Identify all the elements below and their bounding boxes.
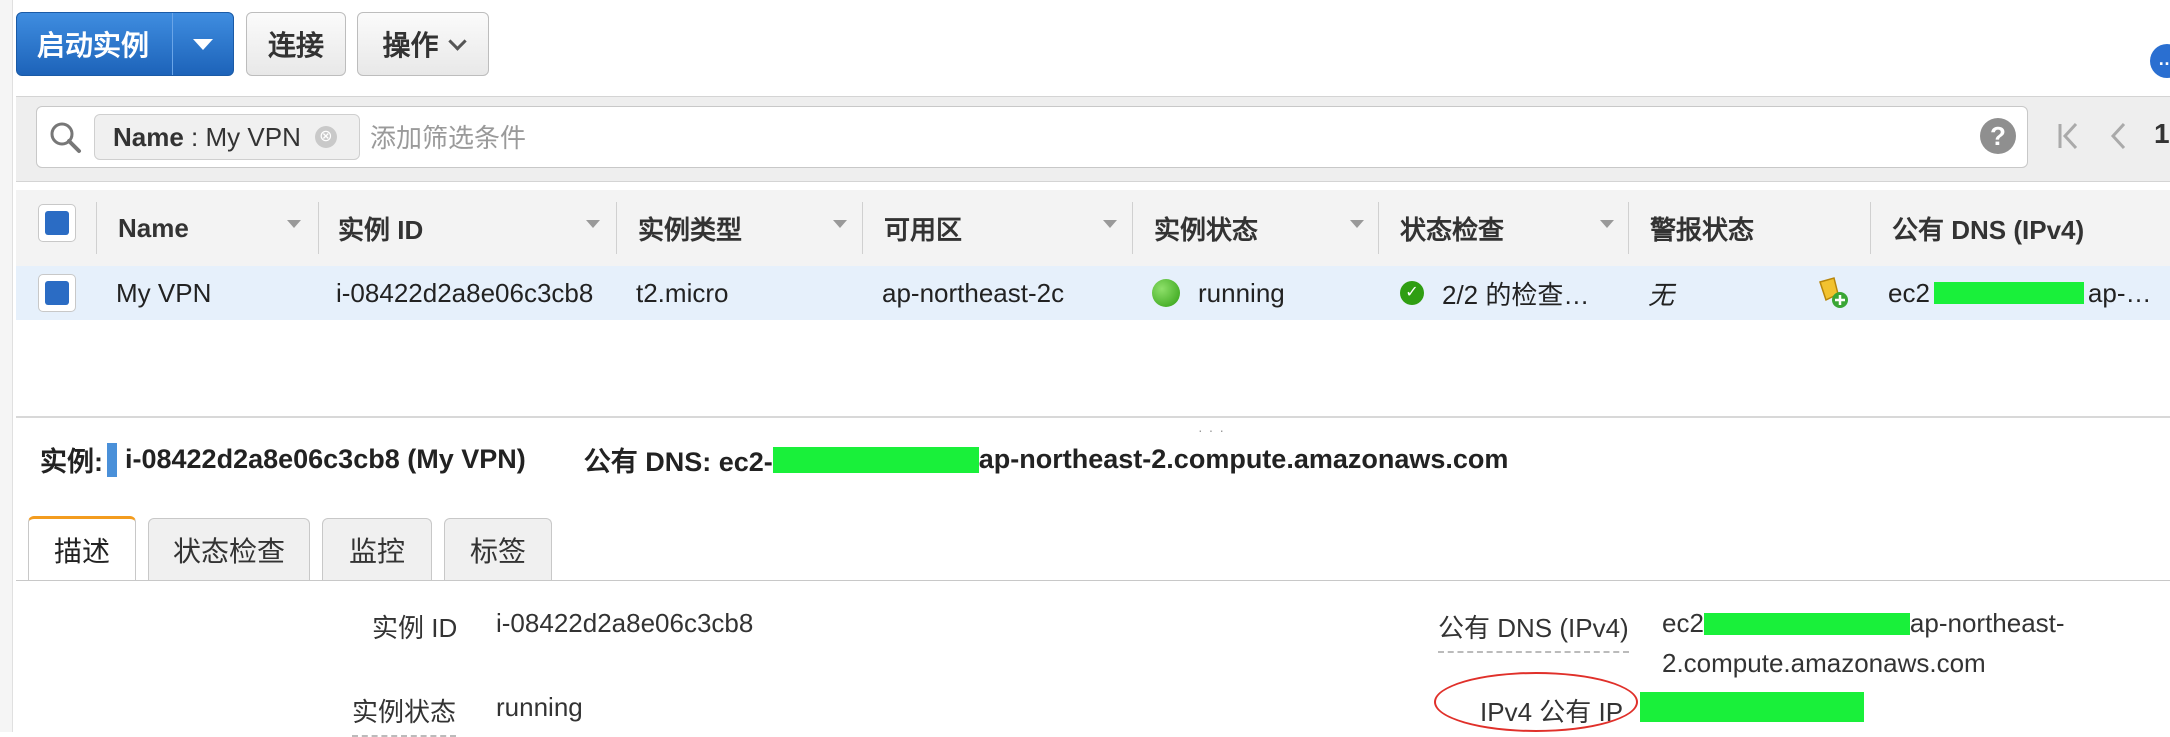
row-checkbox[interactable] [38,274,76,312]
public-dns-suffix: ap-northeast-2.compute.amazonaws.com [978,444,1509,474]
column-separator [1378,202,1379,254]
cell-public-dns[interactable]: ec2 ap-… [1888,266,2170,320]
column-separator [1870,202,1871,254]
redaction-block [1703,612,1910,635]
help-icon[interactable]: ? [1980,118,2016,154]
column-separator [862,202,863,254]
tab-description[interactable]: 描述 [28,516,136,580]
dns-prefix: ec2 [1888,277,1930,308]
column-header-status-checks[interactable]: 状态检查 [1400,190,1504,266]
detail-title: 实例: i-08422d2a8e06c3cb8 (My VPN) 公有 DNS:… [40,440,1508,479]
sort-caret-icon[interactable] [1350,220,1364,228]
cell-alarm-status: 无 [1648,279,1675,310]
chevron-down-icon [193,38,213,50]
public-dns-line2: 2.compute.amazonaws.com [1662,648,1986,678]
annotation-circle [1434,672,1638,732]
tabs-baseline [16,580,2170,581]
sort-caret-icon[interactable] [1103,220,1117,228]
instance-id-label: 实例 ID [372,613,458,643]
first-page-icon[interactable] [2056,118,2084,154]
cell-instance-type[interactable]: t2.micro [636,266,856,320]
column-separator [318,202,319,254]
column-separator [1132,202,1133,254]
tab-tags[interactable]: 标签 [444,518,552,580]
pane-divider[interactable] [16,416,2170,418]
tab-monitoring[interactable]: 监控 [322,518,432,580]
sort-caret-icon[interactable] [833,220,847,228]
select-all-checkbox[interactable] [38,204,76,242]
search-icon [50,122,81,153]
cell-az[interactable]: ap-northeast-2c [882,266,1122,320]
page-number: 1 [2154,118,2170,149]
column-separator [616,202,617,254]
cell-name[interactable]: My VPN [116,266,316,320]
column-header-alarm-status[interactable]: 警报状态 [1650,190,1754,266]
instance-marker [107,442,117,477]
actions-label[interactable]: 操作 [382,24,438,64]
column-separator [1628,202,1629,254]
launch-instance-button[interactable]: 启动实例 [16,12,234,76]
column-header-az[interactable]: 可用区 [884,190,962,266]
prev-page-icon[interactable] [2104,118,2132,154]
filter-chip[interactable]: Name : My VPN ⊗ [94,114,360,160]
column-header-public-dns[interactable]: 公有 DNS (IPv4) [1892,190,2084,266]
column-header-instance-state[interactable]: 实例状态 [1154,190,1258,266]
instance-id-value: i-08422d2a8e06c3cb8 [496,608,754,638]
cell-instance-state[interactable]: running [1152,266,1372,320]
filter-chip-key: Name [113,121,184,152]
redaction-block [1640,692,1864,722]
chevron-down-icon [447,31,467,51]
redaction-block [1933,282,2084,304]
redaction-block [772,446,979,473]
close-icon[interactable]: ⊗ [314,126,337,148]
sort-caret-icon[interactable] [586,220,600,228]
instance-state-text: running [1198,277,1285,308]
public-dns-ipv4-value: ec2 ap-northeast- [1662,608,2065,639]
sort-caret-icon[interactable] [1600,220,1614,228]
column-header-name[interactable]: Name [118,190,189,266]
tab-status-checks[interactable]: 状态检查 [148,518,310,580]
column-header-instance-id[interactable]: 实例 ID [338,190,423,266]
table-empty-space [16,320,2170,416]
sort-caret-icon[interactable] [287,220,301,228]
filter-chip-value: My VPN [205,121,301,152]
instance-label: 实例: [40,447,103,477]
launch-instance-label[interactable]: 启动实例 [17,24,172,64]
instance-title: i-08422d2a8e06c3cb8 (My VPN) [125,444,526,474]
actions-button[interactable]: 操作 [357,12,489,76]
checkbox-fill [45,211,69,235]
cell-instance-id[interactable]: i-08422d2a8e06c3cb8 [336,266,616,320]
search-input[interactable] [368,114,1972,162]
public-dns-suffix-1: ap-northeast- [1909,608,2065,638]
public-dns-label: 公有 DNS: ec2- [583,447,773,477]
cell-status-checks[interactable]: ✓ 2/2 的检查… [1400,266,1625,320]
launch-dropdown-caret[interactable] [173,13,233,75]
column-separator [96,202,97,254]
check-icon: ✓ [1400,281,1424,305]
filter-chip-separator: : [183,121,206,152]
create-alarm-icon[interactable] [1814,274,1850,310]
more-icon[interactable]: … [2150,44,2170,78]
public-dns-ipv4-label[interactable]: 公有 DNS (IPv4) [1438,608,1629,653]
checkbox-fill [45,281,69,305]
connect-button[interactable]: 连接 [246,12,346,76]
status-checks-text: 2/2 的检查… [1442,279,1590,310]
instance-state-value: running [496,692,583,722]
running-status-icon [1152,279,1180,307]
left-rail [0,0,13,732]
column-header-instance-type[interactable]: 实例类型 [638,190,742,266]
instance-state-label[interactable]: 实例状态 [352,692,457,737]
dns-suffix: ap-… [2087,277,2152,308]
public-dns-prefix: ec2 [1662,608,1704,638]
resize-handle-icon[interactable]: ··· [1198,422,1230,438]
